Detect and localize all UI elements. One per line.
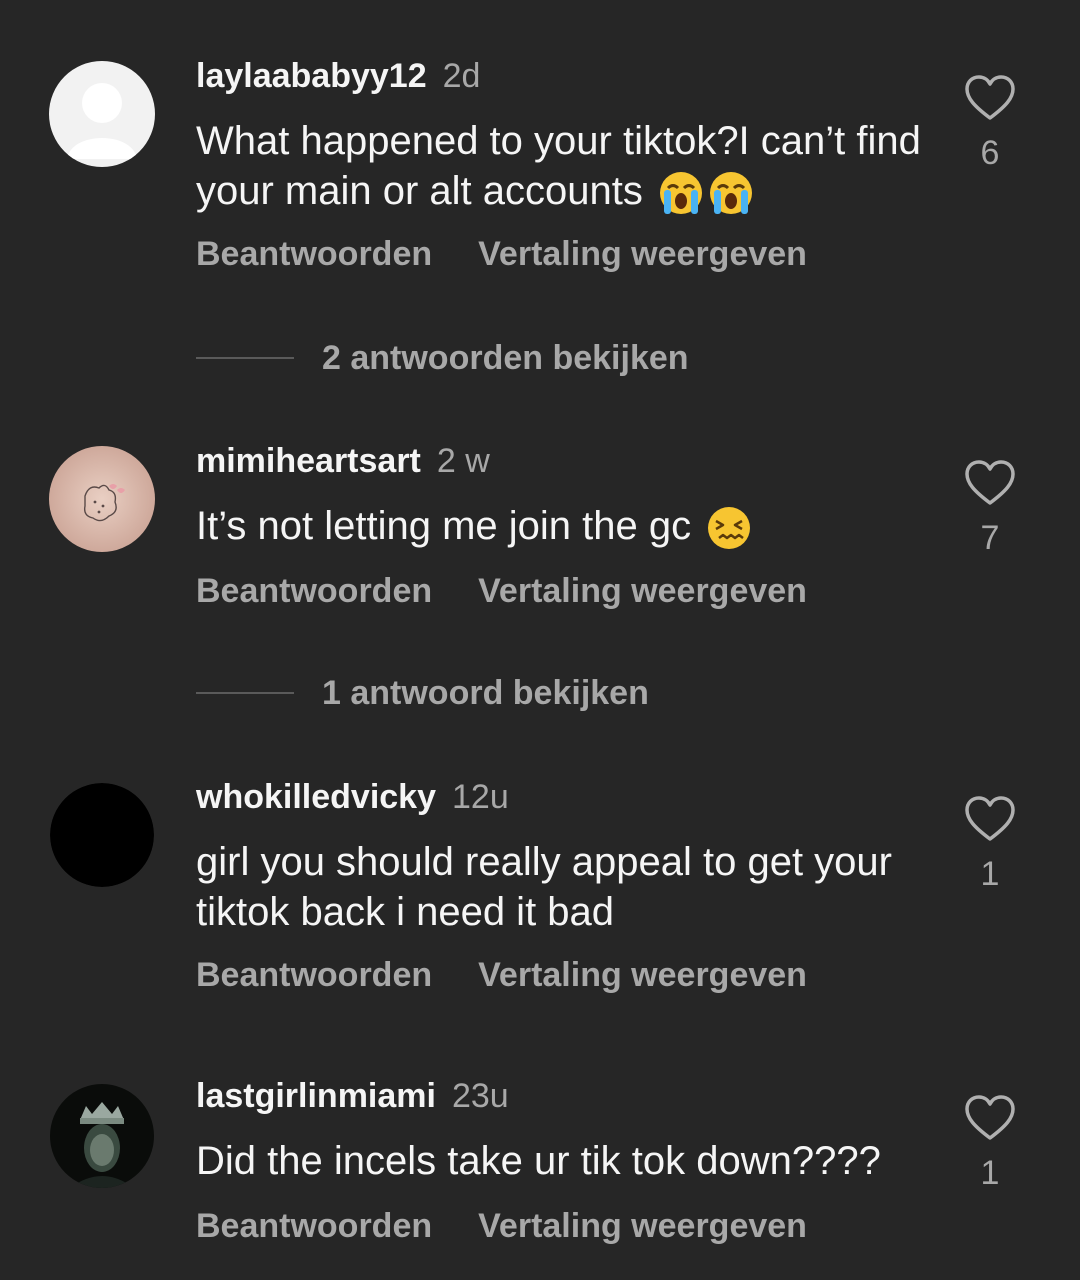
confounded-face-icon xyxy=(708,507,751,550)
like-area: 1 xyxy=(962,795,1018,894)
comment-actions: Beantwoorden Vertaling weergeven xyxy=(196,1206,807,1246)
like-area: 7 xyxy=(962,459,1018,558)
reply-button[interactable]: Beantwoorden xyxy=(196,235,432,273)
comment-text-content: It’s not letting me join the gc xyxy=(196,504,692,548)
heart-icon[interactable] xyxy=(964,1094,1016,1142)
heart-icon[interactable] xyxy=(964,74,1016,122)
like-area: 1 xyxy=(962,1094,1018,1193)
like-area: 6 xyxy=(962,74,1018,173)
comment-actions: Beantwoorden Vertaling weergeven xyxy=(196,234,807,274)
reply-button[interactable]: Beantwoorden xyxy=(196,1207,432,1245)
translate-button[interactable]: Vertaling weergeven xyxy=(478,235,807,273)
username[interactable]: mimiheartsart xyxy=(196,442,421,480)
like-count: 6 xyxy=(980,134,1000,172)
loudly-crying-face-icon xyxy=(710,172,752,215)
heart-icon[interactable] xyxy=(964,795,1016,843)
translate-button[interactable]: Vertaling weergeven xyxy=(478,572,807,610)
avatar[interactable] xyxy=(49,61,155,167)
comment-meta: mimiheartsart 2 w xyxy=(196,441,490,481)
comments-list: laylaababyy12 2d What happened to your ti… xyxy=(0,0,1080,1280)
reply-button[interactable]: Beantwoorden xyxy=(196,956,432,994)
replies-divider xyxy=(196,357,294,359)
comment-meta: lastgirlinmiami 23u xyxy=(196,1076,509,1116)
translate-button[interactable]: Vertaling weergeven xyxy=(478,956,807,994)
comment-actions: Beantwoorden Vertaling weergeven xyxy=(196,955,807,995)
avatar[interactable] xyxy=(49,446,155,552)
comment-text-content: girl you should really appeal to get you… xyxy=(196,840,892,934)
like-count: 7 xyxy=(980,519,1000,557)
comment-text: girl you should really appeal to get you… xyxy=(196,837,936,937)
comment-meta: laylaababyy12 2d xyxy=(196,56,480,96)
username[interactable]: whokilledvicky xyxy=(196,778,436,816)
comment-text-content: What happened to your tiktok?I can’t fin… xyxy=(196,119,921,213)
comment-meta: whokilledvicky 12u xyxy=(196,777,509,817)
heart-icon[interactable] xyxy=(964,459,1016,507)
comment-time: 2d xyxy=(442,57,481,95)
avatar[interactable] xyxy=(50,1084,154,1188)
comment-text: It’s not letting me join the gc xyxy=(196,501,936,551)
avatar[interactable] xyxy=(50,783,154,887)
black-avatar xyxy=(50,783,154,887)
view-replies-button[interactable]: 1 antwoord bekijken xyxy=(196,673,649,713)
tattoo-photo-avatar xyxy=(49,446,155,552)
like-count: 1 xyxy=(980,855,1000,893)
username[interactable]: lastgirlinmiami xyxy=(196,1077,436,1115)
comment-time: 2 w xyxy=(436,442,490,480)
comment-time: 23u xyxy=(451,1077,509,1115)
like-count: 1 xyxy=(980,1154,1000,1192)
view-replies-button[interactable]: 2 antwoorden bekijken xyxy=(196,338,689,378)
loudly-crying-face-icon xyxy=(660,172,702,215)
default-avatar-icon xyxy=(49,61,155,167)
comment-text: Did the incels take ur tik tok down???? xyxy=(196,1136,936,1186)
comment-text-content: Did the incels take ur tik tok down???? xyxy=(196,1139,881,1183)
comment-text: What happened to your tiktok?I can’t fin… xyxy=(196,116,936,216)
username[interactable]: laylaababyy12 xyxy=(196,57,427,95)
view-replies-label: 2 antwoorden bekijken xyxy=(322,338,689,377)
crowned-person-photo-avatar xyxy=(50,1084,154,1188)
view-replies-label: 1 antwoord bekijken xyxy=(322,673,649,712)
reply-button[interactable]: Beantwoorden xyxy=(196,572,432,610)
replies-divider xyxy=(196,692,294,694)
comment-time: 12u xyxy=(452,778,509,816)
translate-button[interactable]: Vertaling weergeven xyxy=(478,1207,807,1245)
comment-actions: Beantwoorden Vertaling weergeven xyxy=(196,571,807,611)
